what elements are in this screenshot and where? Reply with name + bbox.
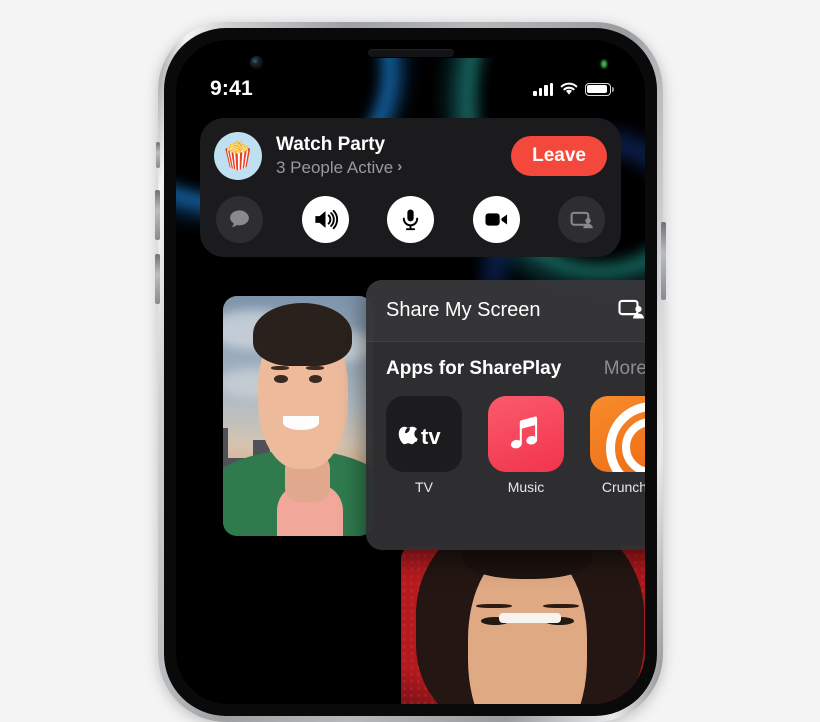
svg-text:tv: tv [421,424,441,447]
share-screen-icon [570,211,593,228]
popcorn-avatar-icon: 🍿 [214,132,262,180]
apps-for-shareplay-title: Apps for SharePlay [386,358,562,379]
chevron-right-icon: › [397,158,403,176]
status-bar: 9:41 [176,76,645,102]
earpiece-speaker [367,49,454,57]
watch-party-title: Watch Party [276,133,386,155]
call-controls-row [214,196,607,243]
self-video-tile[interactable] [223,296,373,536]
volume-up-button[interactable] [155,190,160,240]
app-item-crunchyroll[interactable]: Crunchy [590,396,645,495]
power-button[interactable] [661,222,666,300]
status-bar-icons [533,82,614,96]
speaker-button[interactable] [301,196,349,243]
apple-tv-icon: tv [386,396,462,472]
app-label-tv: TV [415,479,433,495]
shareplay-panel: Share My Screen Apps for SharePlay More [366,280,645,550]
share-my-screen-label: Share My Screen [386,299,541,321]
volume-down-button[interactable] [155,254,160,304]
wifi-icon [560,82,578,95]
speaker-icon [314,209,338,230]
crunchyroll-icon [590,396,645,472]
camera-active-indicator [601,60,607,68]
phone-screen: 9:41 🍿 Watch Party 3 People Active › Lea… [176,40,645,704]
shareplay-apps-list: tv TV Music Crunch [386,396,645,495]
music-note-glyph [510,416,538,449]
active-people-count: 3 People Active [276,157,394,177]
app-label-crunchyroll: Crunchy [601,479,645,495]
app-item-tv[interactable]: tv TV [386,396,462,495]
watch-party-text-group: Watch Party 3 People Active › [276,134,497,178]
app-item-music[interactable]: Music [488,396,564,495]
apps-for-shareplay-section: Apps for SharePlay More tv TV Music Crun… [366,342,645,495]
messages-bubble-icon [230,210,249,228]
leave-button[interactable]: Leave [511,136,607,176]
microphone-button[interactable] [387,196,434,243]
status-bar-time: 9:41 [210,77,253,100]
share-my-screen-row[interactable]: Share My Screen [366,280,645,342]
apps-section-header: Apps for SharePlay More [386,358,645,380]
video-camera-icon [484,213,507,226]
silent-switch-button[interactable] [156,142,160,168]
front-camera-icon [250,56,263,69]
watch-party-card: 🍿 Watch Party 3 People Active › Leave [200,118,621,257]
participant-video-artwork [401,545,645,704]
watch-party-subtitle[interactable]: 3 People Active › [276,157,497,178]
phone-device-frame: 9:41 🍿 Watch Party 3 People Active › Lea… [155,22,666,722]
more-apps-link[interactable]: More [604,358,645,380]
participant-video-tile[interactable] [401,545,645,704]
self-video-artwork [223,296,373,536]
share-screen-button[interactable] [558,196,605,243]
microphone-icon [402,209,419,231]
camera-button[interactable] [472,196,520,243]
cellular-signal-icon [533,82,553,96]
watch-party-header[interactable]: 🍿 Watch Party 3 People Active › Leave [214,132,607,180]
phone-bezel: 9:41 🍿 Watch Party 3 People Active › Lea… [164,28,657,716]
apple-tv-glyph: tv [398,424,441,447]
battery-full-icon [585,82,614,96]
share-screen-icon [618,299,644,318]
app-label-music: Music [507,479,545,495]
messages-button[interactable] [216,196,263,243]
apple-music-icon [488,396,564,472]
